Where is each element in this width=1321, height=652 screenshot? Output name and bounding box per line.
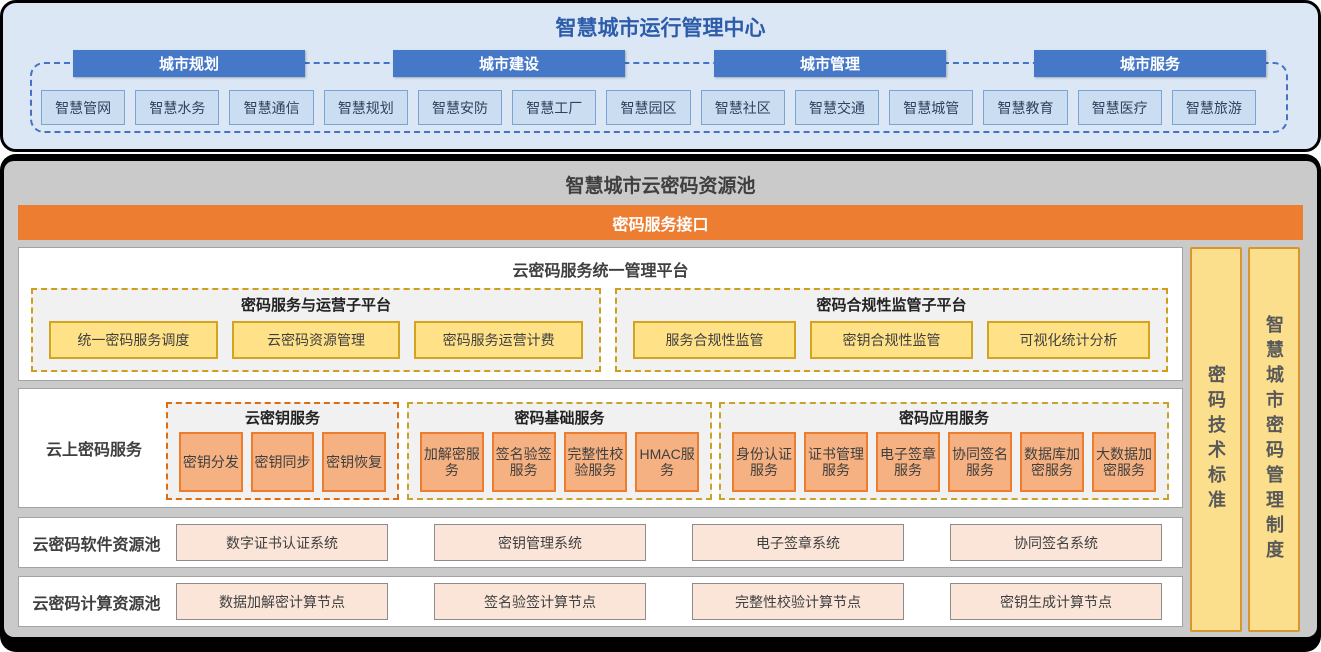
unified-management-platform: 云密码服务统一管理平台 密码服务与运营子平台 统一密码服务调度 云密码资源管理 … [18, 247, 1183, 381]
subplatform-items: 服务合规性监管 密钥合规性监管 可视化统计分析 [617, 315, 1166, 359]
pool-item: 密钥管理系统 [434, 524, 646, 561]
crypto-management-rules-label: 智慧城市密码管理制度 [1261, 315, 1287, 565]
service-item: 签名验签服务 [492, 432, 556, 492]
pool-item: 数字证书认证系统 [176, 524, 388, 561]
compute-pool-items: 数据加解密计算节点 签名验签计算节点 完整性校验计算节点 密钥生成计算节点 [174, 583, 1182, 620]
service-item: 数据库加密服务 [1020, 432, 1084, 492]
service-group-items: 加解密服务 签名验签服务 完整性校验服务 HMAC服务 [409, 428, 710, 492]
subplatform-item: 可视化统计分析 [987, 321, 1150, 359]
service-item: HMAC服务 [635, 432, 699, 492]
service-item: 加解密服务 [420, 432, 484, 492]
city-operation-center-panel: 智慧城市运行管理中心 城市规划 城市建设 城市管理 城市服务 智慧管网 智慧水务… [0, 0, 1321, 152]
cloud-key-service-group: 云密钥服务 密钥分发 密钥同步 密钥恢复 [166, 402, 399, 500]
subplatform-items: 统一密码服务调度 云密码资源管理 密码服务运营计费 [33, 315, 599, 359]
compliance-supervision-subplatform: 密码合规性监管子平台 服务合规性监管 密钥合规性监管 可视化统计分析 [615, 288, 1168, 372]
app-box: 智慧社区 [701, 90, 785, 125]
cloud-crypto-services-label: 云上密码服务 [19, 389, 169, 507]
pool-item: 数据加解密计算节点 [176, 583, 388, 620]
service-item: 协同签名服务 [948, 432, 1012, 492]
app-box: 智慧城管 [889, 90, 973, 125]
app-box: 智慧管网 [41, 90, 125, 125]
software-pool-row: 云密码软件资源池 数字证书认证系统 密钥管理系统 电子签章系统 协同签名系统 [18, 517, 1183, 568]
software-pool-label: 云密码软件资源池 [19, 531, 174, 555]
cloud-crypto-services-row: 云上密码服务 云密钥服务 密钥分发 密钥同步 密钥恢复 密码基础服务 加解密服务… [18, 388, 1183, 508]
service-item: 密钥同步 [251, 432, 315, 492]
service-item: 证书管理服务 [804, 432, 868, 492]
service-operation-subplatform: 密码服务与运营子平台 统一密码服务调度 云密码资源管理 密码服务运营计费 [31, 288, 601, 372]
pool-item: 密钥生成计算节点 [950, 583, 1162, 620]
crypto-management-rules-bar: 智慧城市密码管理制度 [1248, 247, 1300, 632]
app-box: 智慧教育 [983, 90, 1067, 125]
main-title: 智慧城市云密码资源池 [4, 171, 1317, 198]
pool-item: 电子签章系统 [692, 524, 904, 561]
app-box: 智慧安防 [418, 90, 502, 125]
service-group-items: 身份认证服务 证书管理服务 电子签章服务 协同签名服务 数据库加密服务 大数据加… [721, 428, 1167, 492]
cloud-crypto-pool-panel: 智慧城市云密码资源池 密码服务接口 云密码服务统一管理平台 密码服务与运营子平台… [0, 154, 1321, 652]
category-urban-management: 城市管理 [714, 50, 946, 77]
service-item: 完整性校验服务 [564, 432, 628, 492]
service-item: 电子签章服务 [876, 432, 940, 492]
smart-apps-row: 智慧管网 智慧水务 智慧通信 智慧规划 智慧安防 智慧工厂 智慧园区 智慧社区 … [41, 90, 1256, 125]
service-group-title: 密码基础服务 [409, 407, 710, 428]
service-group-title: 云密钥服务 [168, 407, 397, 428]
subplatform-item: 服务合规性监管 [633, 321, 796, 359]
crypto-service-interface-bar: 密码服务接口 [18, 205, 1303, 240]
app-box: 智慧旅游 [1172, 90, 1256, 125]
app-box: 智慧规划 [324, 90, 408, 125]
subplatform-item: 密钥合规性监管 [810, 321, 973, 359]
category-urban-construction: 城市建设 [393, 50, 625, 77]
subplatform-item: 云密码资源管理 [232, 321, 401, 359]
app-box: 智慧医疗 [1078, 90, 1162, 125]
cloud-crypto-pool-inner: 智慧城市云密码资源池 密码服务接口 云密码服务统一管理平台 密码服务与运营子平台… [4, 161, 1317, 637]
app-box: 智慧通信 [229, 90, 313, 125]
service-item: 密钥分发 [179, 432, 243, 492]
subplatform-title: 密码服务与运营子平台 [33, 294, 599, 315]
pool-item: 完整性校验计算节点 [692, 583, 904, 620]
service-group-title: 密码应用服务 [721, 407, 1167, 428]
service-item: 身份认证服务 [732, 432, 796, 492]
platform-title: 云密码服务统一管理平台 [19, 257, 1182, 281]
service-group-items: 密钥分发 密钥同步 密钥恢复 [168, 428, 397, 492]
crypto-tech-standards-bar: 密码技术标准 [1190, 247, 1242, 632]
service-item: 大数据加密服务 [1092, 432, 1156, 492]
service-item: 密钥恢复 [322, 432, 386, 492]
app-box: 智慧工厂 [512, 90, 596, 125]
crypto-basic-service-group: 密码基础服务 加解密服务 签名验签服务 完整性校验服务 HMAC服务 [407, 402, 712, 500]
crypto-tech-standards-label: 密码技术标准 [1203, 365, 1229, 515]
category-urban-services: 城市服务 [1034, 50, 1266, 77]
compute-pool-row: 云密码计算资源池 数据加解密计算节点 签名验签计算节点 完整性校验计算节点 密钥… [18, 576, 1183, 627]
crypto-application-service-group: 密码应用服务 身份认证服务 证书管理服务 电子签章服务 协同签名服务 数据库加密… [719, 402, 1169, 500]
app-box: 智慧水务 [135, 90, 219, 125]
subplatform-title: 密码合规性监管子平台 [617, 294, 1166, 315]
top-title: 智慧城市运行管理中心 [3, 12, 1318, 42]
subplatform-item: 统一密码服务调度 [49, 321, 218, 359]
software-pool-items: 数字证书认证系统 密钥管理系统 电子签章系统 协同签名系统 [174, 524, 1182, 561]
subplatform-item: 密码服务运营计费 [414, 321, 583, 359]
compute-pool-label: 云密码计算资源池 [19, 590, 174, 614]
app-box: 智慧园区 [606, 90, 690, 125]
pool-item: 签名验签计算节点 [434, 583, 646, 620]
pool-item: 协同签名系统 [950, 524, 1162, 561]
software-pool-content: 云密码软件资源池 数字证书认证系统 密钥管理系统 电子签章系统 协同签名系统 [19, 518, 1182, 567]
app-box: 智慧交通 [795, 90, 879, 125]
compute-pool-content: 云密码计算资源池 数据加解密计算节点 签名验签计算节点 完整性校验计算节点 密钥… [19, 577, 1182, 626]
category-urban-planning: 城市规划 [73, 50, 305, 77]
